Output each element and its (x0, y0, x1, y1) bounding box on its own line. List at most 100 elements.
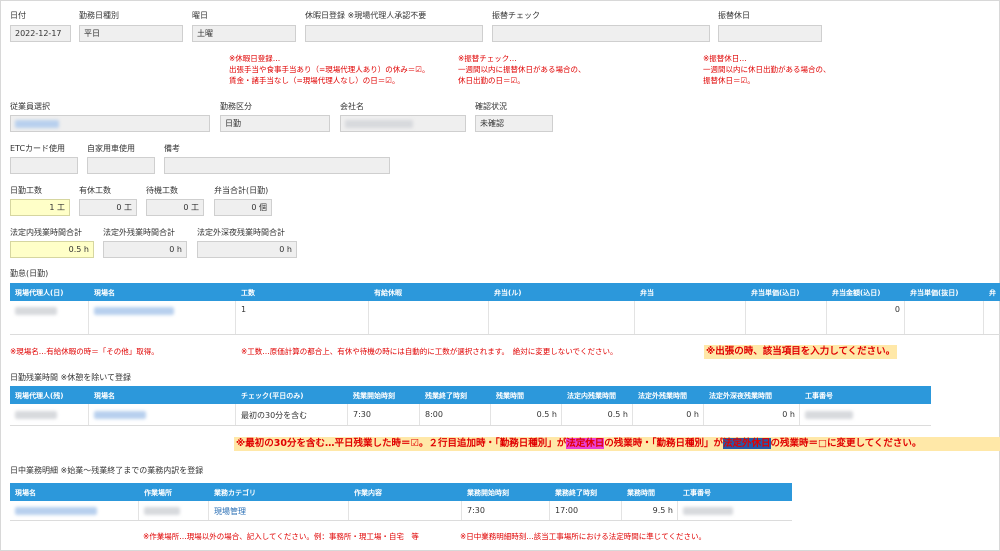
col-dt-location: 作業場所 (144, 489, 172, 497)
col-dt-hours: 業務時間 (627, 489, 655, 497)
status-label: 確認状況 (475, 102, 507, 111)
table-row[interactable]: 最初の30分を含む 7:30 8:00 0.5 h 0.5 h 0 h 0 h (10, 404, 931, 426)
paid-count-field: 0 工 (79, 199, 137, 216)
col-bento: 弁当 (640, 289, 654, 297)
paid-count-label: 有休工数 (79, 186, 111, 195)
company-field (340, 115, 466, 132)
ot-start-value: 7:30 (353, 410, 371, 419)
standby-count-label: 待機工数 (146, 186, 178, 195)
swap-holiday-note: ※振替休日… 一週間以内に休日出勤がある場合の、 振替休日＝☑。 (703, 54, 831, 85)
legal-in-ot-total-field: 0.5 h (10, 241, 94, 258)
weekday-field: 土曜 (192, 25, 296, 42)
attendance-section-title: 勤怠(日勤) (10, 269, 49, 278)
day-work-count-field[interactable]: 1 工 (10, 199, 70, 216)
overtime-section-title: 日勤残業時間 ※休憩を除いて登録 (10, 373, 132, 382)
col-site-agent: 現場代理人(日) (15, 289, 64, 297)
employee-select[interactable] (10, 115, 210, 132)
first-30min-check[interactable]: 最初の30分を含む (241, 410, 307, 421)
swap-check-label: 振替チェック (492, 11, 540, 20)
col-ot-legal-out-night: 法定外深夜残業時間 (709, 392, 772, 400)
note-label: 備考 (164, 144, 180, 153)
car-label: 自家用車使用 (87, 144, 135, 153)
status-field: 未確認 (475, 115, 553, 132)
table-row[interactable]: 現場管理 7:30 17:00 9.5 h (10, 501, 792, 521)
legal-out-night-ot-total-field: 0 h (197, 241, 297, 258)
daytime-time-note: ※日中業務明細時刻…該当工事場所における法定時間に準じてください。 (460, 532, 707, 541)
kosu-value: 1 (241, 305, 247, 314)
work-class-label: 勤務区分 (220, 102, 252, 111)
bento-amount-value: 0 (894, 305, 900, 314)
col-ot-job-number: 工事番号 (805, 392, 833, 400)
col-bento-amount-incl: 弁当金額(込日) (832, 289, 881, 297)
swap-check-field[interactable] (492, 25, 710, 42)
dt-start-value: 7:30 (467, 506, 485, 515)
col-ot-hours: 残業時間 (496, 392, 524, 400)
date-field[interactable]: 2022-12-17 (10, 25, 71, 42)
col-bento-price-incl: 弁当単価(込日) (751, 289, 800, 297)
swap-holiday-label: 振替休日 (718, 11, 750, 20)
legal-out-ot-total-field: 0 h (103, 241, 187, 258)
col-ot-site: 現場名 (94, 392, 115, 400)
ot-end-value: 8:00 (425, 410, 443, 419)
holiday-reg-label: 休暇日登録 ※現場代理人承認不要 (305, 11, 427, 20)
standby-count-field: 0 工 (146, 199, 204, 216)
holiday-reg-field[interactable] (305, 25, 483, 42)
swap-check-note: ※振替チェック… 一週間以内に振替休日がある場合の、 休日出勤の日＝☑。 (458, 54, 586, 85)
col-ot-end: 残業終了時刻 (425, 392, 467, 400)
daytime-table-header: 現場名 作業場所 業務カテゴリ 作業内容 業務開始時刻 業務終了時刻 業務時間 … (10, 483, 792, 501)
col-dt-start: 業務開始時刻 (467, 489, 509, 497)
legal-out-ot-total-label: 法定外残業時間合計 (103, 228, 175, 237)
day-type-field[interactable]: 平日 (79, 25, 183, 42)
dt-end-value: 17:00 (555, 506, 579, 515)
company-label: 会社名 (340, 102, 364, 111)
day-type-label: 勤務日種別 (79, 11, 119, 20)
first-30min-banner: ※最初の30分を含む…平日残業した時＝☑。２行目追加時・「勤務日種別」が法定休日… (234, 437, 1000, 451)
employee-label: 従業員選択 (10, 102, 50, 111)
legal-out-night-ot-total-label: 法定外深夜残業時間合計 (197, 228, 285, 237)
day-work-count-label: 日勤工数 (10, 186, 42, 195)
table-row[interactable]: 1 0 (10, 301, 1000, 335)
category-value[interactable]: 現場管理 (214, 506, 246, 517)
col-bento-more: 弁 (989, 289, 996, 297)
col-ot-agent: 現場代理人(残) (15, 392, 64, 400)
col-ot-legal-out: 法定外残業時間 (638, 392, 687, 400)
col-ot-check: チェック(平日のみ) (241, 392, 304, 400)
note-field[interactable] (164, 157, 390, 174)
swap-holiday-field[interactable] (718, 25, 822, 42)
ot-hours-value: 0.5 h (536, 410, 557, 419)
work-class-field[interactable]: 日勤 (220, 115, 330, 132)
non-legal-holiday-highlight: 法定外休日 (723, 438, 771, 449)
col-site-name: 現場名 (94, 289, 115, 297)
etc-label: ETCカード使用 (10, 144, 66, 153)
col-kosu: 工数 (241, 289, 255, 297)
col-dt-end: 業務終了時刻 (555, 489, 597, 497)
legal-in-ot-total-label: 法定内残業時間合計 (10, 228, 82, 237)
business-trip-banner: ※出張の時、該当項目を入力してください。 (704, 345, 898, 359)
weekday-label: 曜日 (192, 11, 208, 20)
col-ot-legal-in: 法定内残業時間 (567, 392, 616, 400)
etc-field[interactable] (10, 157, 78, 174)
col-dt-category: 業務カテゴリ (214, 489, 256, 497)
col-dt-site: 現場名 (15, 489, 36, 497)
date-label: 日付 (10, 11, 26, 20)
car-field[interactable] (87, 157, 155, 174)
col-bento-price-excl: 弁当単価(抜日) (910, 289, 959, 297)
legal-holiday-highlight: 法定休日 (566, 438, 605, 449)
col-bento-l: 弁当(ル) (494, 289, 522, 297)
col-dt-job-number: 工事番号 (683, 489, 711, 497)
kosu-note: ※工数…原価計算の都合上、有休や待機の時には自動的に工数が選択されます。 絶対に… (241, 347, 618, 356)
daytime-section-title: 日中業務明細 ※始業～残業終了までの業務内訳を登録 (10, 466, 204, 475)
ot-legal-in-value: 0.5 h (607, 410, 628, 419)
col-dt-content: 作業内容 (354, 489, 382, 497)
col-paid-leave: 有給休暇 (374, 289, 402, 297)
bento-total-field: 0 個 (214, 199, 272, 216)
holiday-reg-note: ※休暇日登録… 出張手当や食事手当あり（=現場代理人あり）の休み＝☑。 賃金・諸… (229, 54, 430, 85)
bento-total-label: 弁当合計(日勤) (214, 186, 269, 195)
overtime-table-header: 現場代理人(残) 現場名 チェック(平日のみ) 残業開始時刻 残業終了時刻 残業… (10, 386, 931, 404)
site-name-note: ※現場名…有給休暇の時＝「その他」取得。 (10, 347, 159, 356)
ot-legal-out-value: 0 h (686, 410, 699, 419)
ot-legal-out-night-value: 0 h (782, 410, 795, 419)
attendance-table-header: 現場代理人(日) 現場名 工数 有給休暇 弁当(ル) 弁当 弁当単価(込日) 弁… (10, 283, 1000, 301)
dt-hours-value: 9.5 h (652, 506, 673, 515)
col-ot-start: 残業開始時刻 (353, 392, 395, 400)
